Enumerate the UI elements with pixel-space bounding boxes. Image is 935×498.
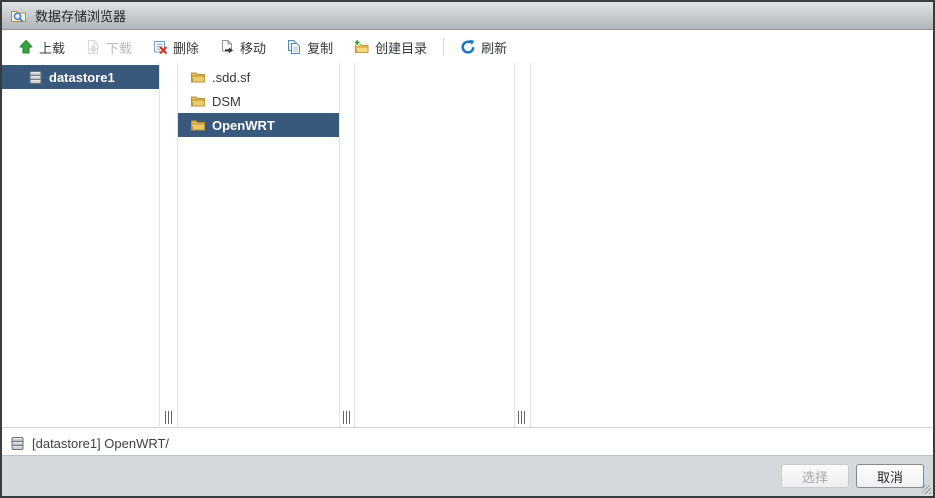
column-browser: datastore1 .sdd.sf DSM OpenWRT — [2, 63, 933, 427]
datastore-browser-dialog: 数据存储浏览器 上载 下载 删除 移动 复制 创建目录 刷新 datastore… — [0, 0, 935, 498]
delete-icon — [152, 39, 168, 55]
datastore-search-icon — [10, 8, 28, 24]
list-item-dsm[interactable]: DSM — [178, 89, 339, 113]
window-resize-grip[interactable] — [922, 485, 931, 494]
create-directory-button[interactable]: 创建目录 — [343, 34, 437, 60]
create-directory-icon — [353, 39, 370, 55]
column-resize-handle[interactable] — [343, 411, 351, 424]
download-button: 下载 — [75, 34, 142, 60]
toolbar: 上载 下载 删除 移动 复制 创建目录 刷新 — [2, 31, 933, 63]
delete-button[interactable]: 删除 — [142, 34, 209, 60]
copy-icon — [286, 39, 302, 55]
upload-icon — [18, 39, 34, 55]
datastore-icon — [10, 436, 25, 451]
datastore-icon — [28, 70, 43, 85]
download-icon — [85, 39, 101, 55]
move-icon — [219, 39, 235, 55]
list-item-sdd-sf[interactable]: .sdd.sf — [178, 65, 339, 89]
subfolder-column — [354, 63, 515, 427]
title-bar: 数据存储浏览器 — [2, 2, 933, 30]
dialog-title: 数据存储浏览器 — [35, 9, 127, 24]
status-bar: [datastore1] OpenWRT/ — [2, 427, 933, 458]
move-button[interactable]: 移动 — [209, 34, 276, 60]
footer-bar: 选择 取消 — [2, 455, 933, 496]
column-resize-handle[interactable] — [518, 411, 526, 424]
copy-button[interactable]: 复制 — [276, 34, 343, 60]
selected-path: [datastore1] OpenWRT/ — [32, 435, 170, 451]
toolbar-separator — [443, 38, 445, 56]
folder-icon — [190, 94, 206, 108]
folder-column: .sdd.sf DSM OpenWRT — [177, 63, 340, 427]
file-column — [530, 63, 933, 427]
datastore-column: datastore1 — [2, 63, 160, 427]
list-item-datastore1[interactable]: datastore1 — [2, 65, 159, 89]
upload-button[interactable]: 上载 — [8, 34, 75, 60]
column-resize-handle[interactable] — [165, 411, 173, 424]
folder-icon — [190, 118, 206, 132]
list-item-openwrt[interactable]: OpenWRT — [178, 113, 339, 137]
folder-icon — [190, 70, 206, 84]
refresh-button[interactable]: 刷新 — [450, 34, 517, 60]
select-button: 选择 — [781, 464, 849, 488]
cancel-button[interactable]: 取消 — [856, 464, 924, 488]
refresh-icon — [460, 39, 476, 55]
